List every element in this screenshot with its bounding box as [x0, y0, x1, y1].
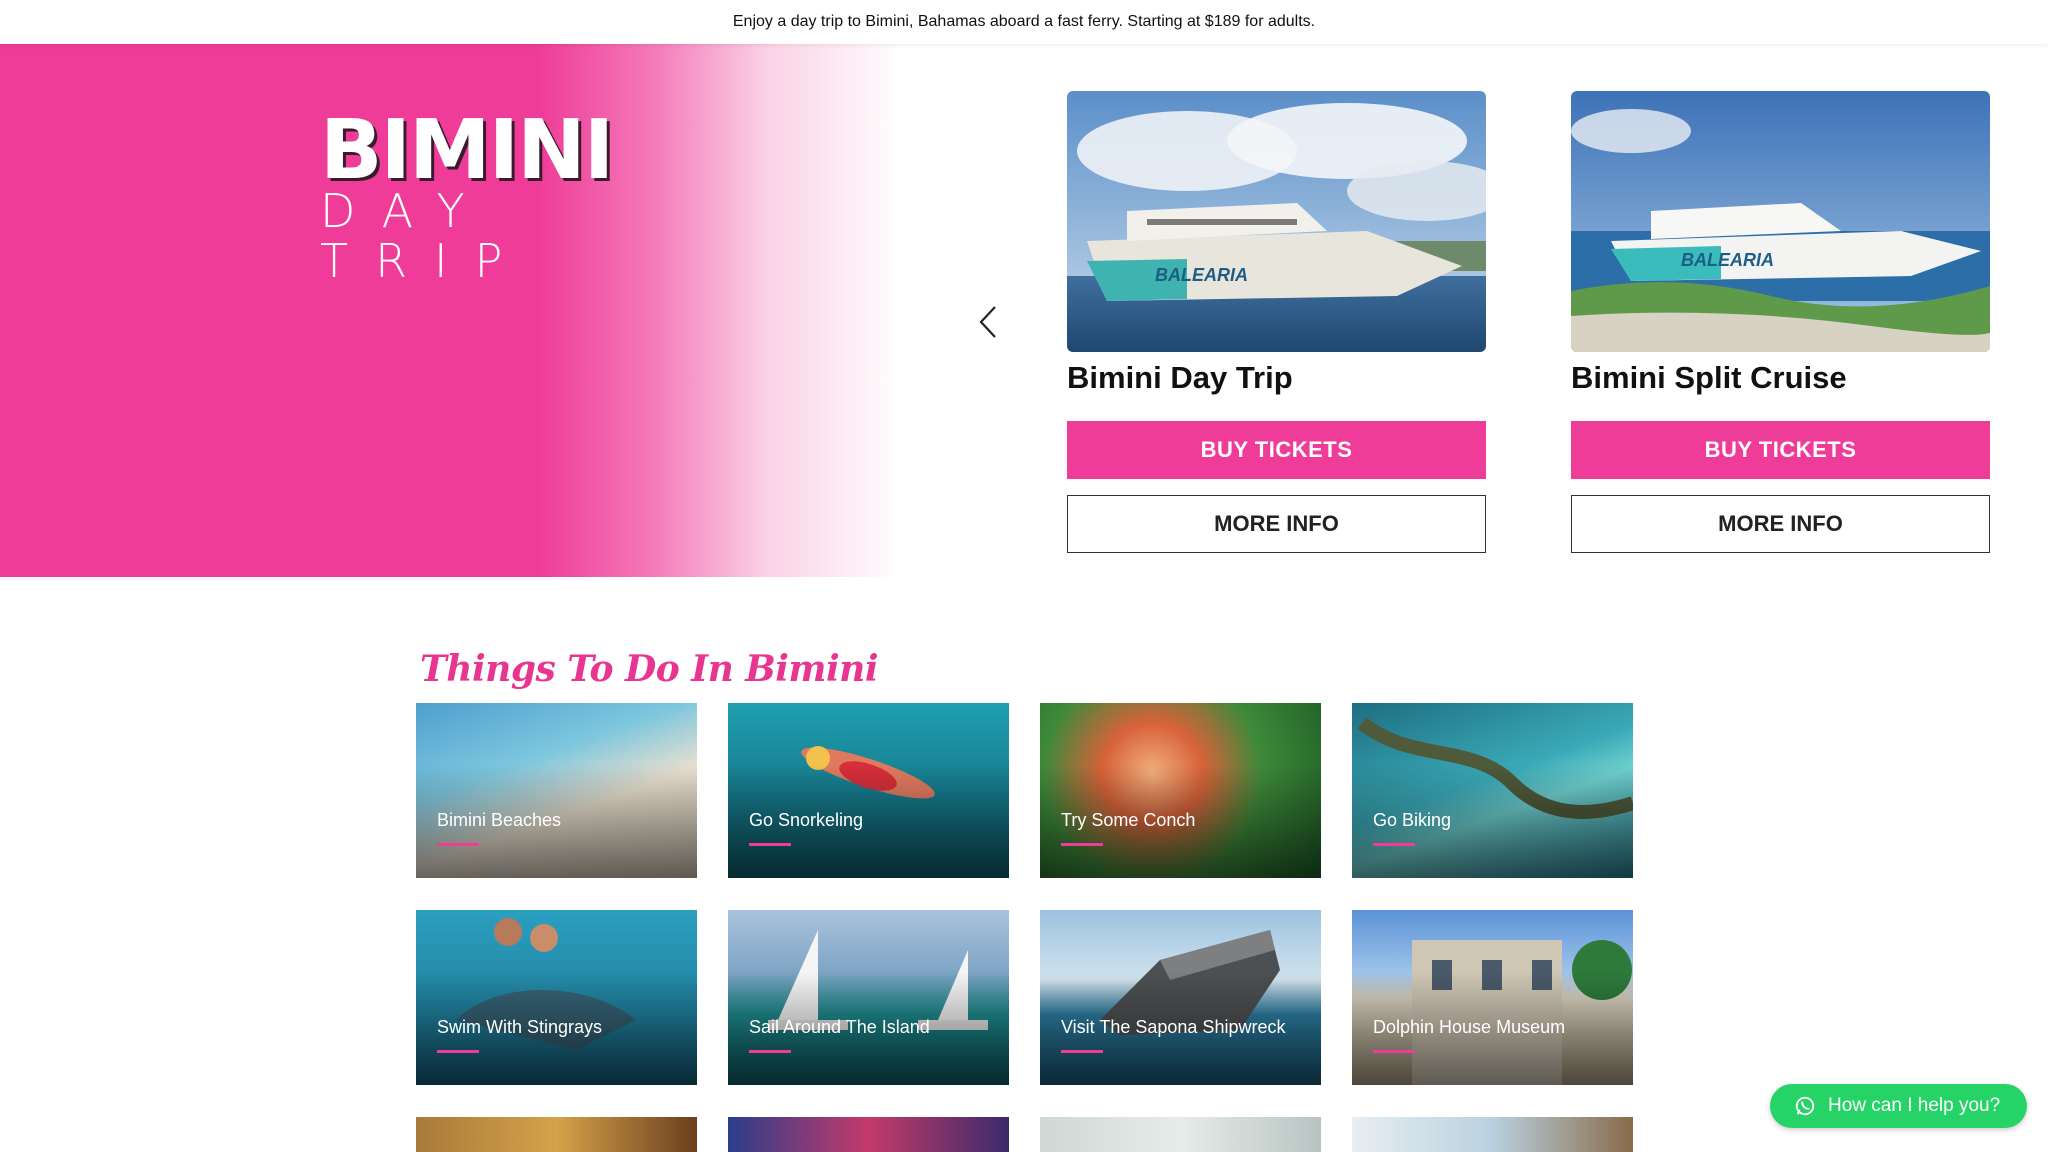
announcement-text: Enjoy a day trip to Bimini, Bahamas aboa… — [732, 13, 1316, 30]
tile-label: Visit The Sapona Shipwreck — [1061, 1017, 1286, 1037]
tile-label: Sail Around The Island — [749, 1017, 930, 1037]
activity-tile[interactable]: Swim With Stingrays — [416, 910, 697, 1085]
hero-section: BIMINI DAY TRIP BALEARIA Bimini Day Trip… — [0, 44, 2048, 577]
activity-tile[interactable] — [728, 1117, 1009, 1152]
svg-text:BALEARIA: BALEARIA — [1681, 250, 1774, 270]
activity-tile[interactable]: Bimini Beaches — [416, 703, 697, 878]
card-title[interactable]: Bimini Day Trip — [1067, 358, 1486, 398]
tile-label: Dolphin House Museum — [1373, 1017, 1566, 1037]
activity-tile[interactable]: Sail Around The Island — [728, 910, 1009, 1085]
activity-tile[interactable]: Visit The Sapona Shipwreck — [1040, 910, 1321, 1085]
tile-underline — [749, 1050, 791, 1053]
buy-tickets-button[interactable]: BUY TICKETS — [1067, 421, 1486, 479]
section-title: Things To Do In Bimini — [420, 648, 879, 690]
activity-tile[interactable] — [1352, 1117, 1633, 1152]
tile-label: Bimini Beaches — [437, 810, 562, 830]
chat-widget-button[interactable]: How can I help you? — [1770, 1084, 2027, 1128]
card-title[interactable]: Bimini Split Cruise — [1571, 358, 1990, 398]
tile-label: Try Some Conch — [1061, 810, 1196, 830]
tile-underline — [1061, 1050, 1103, 1053]
activity-tile[interactable]: Try Some Conch — [1040, 703, 1321, 878]
svg-text:BALEARIA: BALEARIA — [1155, 265, 1248, 285]
ferry-image[interactable]: BALEARIA — [1571, 91, 1990, 352]
carousel-prev-button[interactable] — [970, 300, 1006, 344]
activity-tile[interactable] — [1040, 1117, 1321, 1152]
tile-underline — [437, 843, 479, 846]
announcement-bar: Enjoy a day trip to Bimini, Bahamas aboa… — [0, 0, 2048, 44]
tile-underline — [749, 843, 791, 846]
activity-tile[interactable]: Go Snorkeling — [728, 703, 1009, 878]
more-info-button[interactable]: MORE INFO — [1067, 495, 1486, 553]
whatsapp-icon — [1795, 1096, 1815, 1116]
product-card-split-cruise: BALEARIA Bimini Split Cruise BUY TICKETS… — [1571, 91, 1990, 553]
tile-underline — [437, 1050, 479, 1053]
more-info-button[interactable]: MORE INFO — [1571, 495, 1990, 553]
buy-tickets-button[interactable]: BUY TICKETS — [1571, 421, 1990, 479]
tile-label: Swim With Stingrays — [437, 1017, 603, 1037]
site-logo[interactable]: BIMINI DAY TRIP — [320, 103, 710, 288]
activity-tile[interactable] — [416, 1117, 697, 1152]
activity-tile[interactable]: Dolphin House Museum — [1352, 910, 1633, 1085]
product-card-day-trip: BALEARIA Bimini Day Trip BUY TICKETS MOR… — [1067, 91, 1486, 553]
activity-tile[interactable]: Go Biking — [1352, 703, 1633, 878]
tile-label: Go Biking — [1373, 810, 1452, 830]
tile-underline — [1373, 843, 1415, 846]
chat-label: How can I help you? — [1828, 1095, 2001, 1116]
ferry-image[interactable]: BALEARIA — [1067, 91, 1486, 352]
logo-subtitle: DAY TRIP — [320, 184, 530, 288]
chevron-left-icon — [979, 306, 996, 338]
tile-label: Go Snorkeling — [749, 810, 864, 830]
logo-title: BIMINI — [320, 103, 614, 198]
tile-underline — [1061, 843, 1103, 846]
tile-underline — [1373, 1050, 1415, 1053]
